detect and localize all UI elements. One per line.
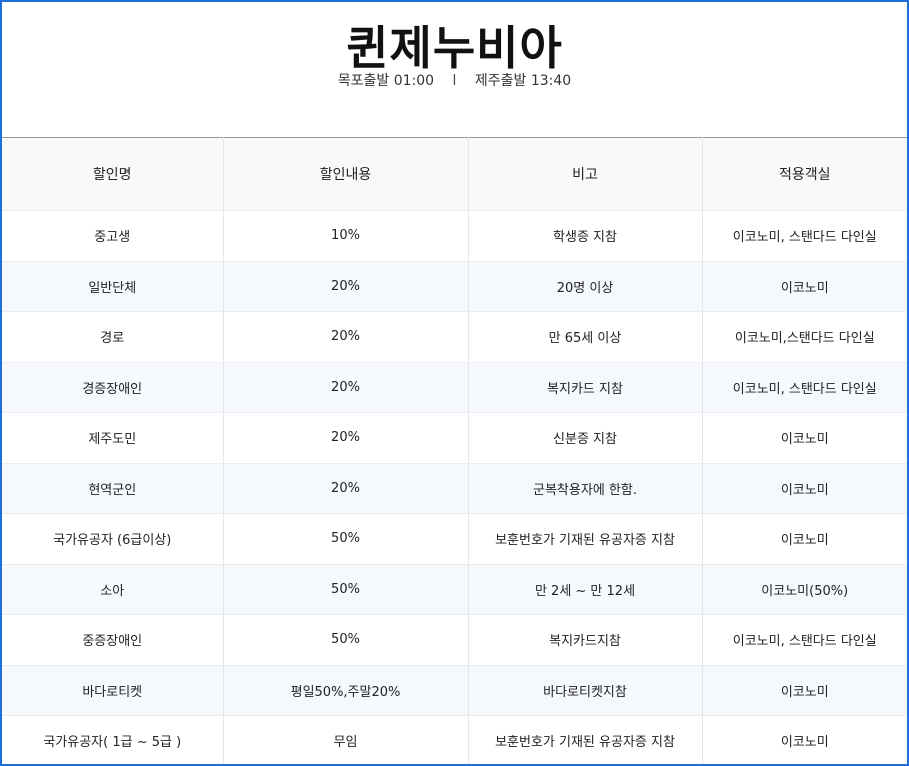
cell-name: 국가유공자( 1급 ~ 5급 )	[2, 715, 224, 764]
column-header-name: 할인명	[2, 137, 224, 211]
column-header-room: 적용객실	[702, 137, 907, 211]
cell-note: 복지카드지참	[468, 614, 703, 666]
table-row: 중증장애인 50% 복지카드지참 이코노미, 스탠다드 다인실	[2, 614, 907, 666]
table-row: 국가유공자 (6급이상) 50% 보훈번호가 기재된 유공자증 지참 이코노미	[2, 513, 907, 565]
cell-name: 경증장애인	[2, 362, 224, 413]
departure-jeju: 제주출발 13:40	[474, 73, 572, 89]
cell-room: 이코노미, 스탠다드 다인실	[702, 362, 907, 413]
cell-name: 중고생	[2, 210, 224, 262]
column-header-note: 비고	[468, 137, 703, 211]
page-title: 퀸제누비아	[346, 21, 563, 75]
table-row: 일반단체 20% 20명 이상 이코노미	[2, 261, 907, 312]
table-row: 경증장애인 20% 복지카드 지참 이코노미, 스탠다드 다인실	[2, 362, 907, 413]
cell-name: 국가유공자 (6급이상)	[2, 513, 224, 565]
cell-room: 이코노미, 스탠다드 다인실	[702, 614, 907, 666]
table-row: 바다로티켓 평일50%,주말20% 바다로티켓지참 이코노미	[2, 665, 907, 716]
cell-discount: 10%	[223, 210, 469, 262]
cell-name: 중증장애인	[2, 614, 224, 666]
cell-name: 소아	[2, 564, 224, 615]
content-frame: 퀸제누비아 목포출발 01:00 l 제주출발 13:40 할인명 할인내용 비…	[0, 0, 909, 766]
cell-name: 현역군인	[2, 463, 224, 514]
cell-note: 보훈번호가 기재된 유공자증 지참	[468, 715, 703, 764]
cell-note: 20명 이상	[468, 261, 703, 312]
cell-name: 경로	[2, 311, 224, 363]
cell-room: 이코노미(50%)	[702, 564, 907, 615]
cell-discount: 평일50%,주말20%	[223, 665, 469, 716]
cell-note: 군복착용자에 한함.	[468, 463, 703, 514]
cell-note: 신분증 지참	[468, 412, 703, 464]
table-row: 소아 50% 만 2세 ~ 만 12세 이코노미(50%)	[2, 564, 907, 615]
cell-note: 만 2세 ~ 만 12세	[468, 564, 703, 615]
cell-note: 복지카드 지참	[468, 362, 703, 413]
cell-room: 이코노미	[702, 665, 907, 716]
cell-note: 바다로티켓지참	[468, 665, 703, 716]
cell-room: 이코노미	[702, 513, 907, 565]
cell-discount: 무임	[223, 715, 469, 764]
cell-note: 만 65세 이상	[468, 311, 703, 363]
departure-mokpo: 목포출발 01:00	[337, 73, 435, 89]
cell-name: 일반단체	[2, 261, 224, 312]
cell-room: 이코노미, 스탠다드 다인실	[702, 210, 907, 262]
cell-discount: 20%	[223, 412, 469, 464]
cell-note: 학생증 지참	[468, 210, 703, 262]
cell-discount: 20%	[223, 261, 469, 312]
cell-note: 보훈번호가 기재된 유공자증 지참	[468, 513, 703, 565]
schedule-subtitle: 목포출발 01:00 l 제주출발 13:40	[2, 70, 907, 90]
table-row: 현역군인 20% 군복착용자에 한함. 이코노미	[2, 463, 907, 514]
cell-discount: 50%	[223, 513, 469, 565]
cell-discount: 20%	[223, 463, 469, 514]
cell-room: 이코노미	[702, 463, 907, 514]
separator: l	[452, 73, 457, 89]
cell-room: 이코노미	[702, 412, 907, 464]
cell-name: 제주도민	[2, 412, 224, 464]
table-row: 중고생 10% 학생증 지참 이코노미, 스탠다드 다인실	[2, 210, 907, 262]
table-row: 국가유공자( 1급 ~ 5급 ) 무임 보훈번호가 기재된 유공자증 지참 이코…	[2, 715, 907, 764]
cell-discount: 50%	[223, 564, 469, 615]
cell-room: 이코노미,스탠다드 다인실	[702, 311, 907, 363]
cell-discount: 20%	[223, 311, 469, 363]
cell-room: 이코노미	[702, 715, 907, 764]
table-header-row: 할인명 할인내용 비고 적용객실	[2, 137, 907, 211]
cell-discount: 50%	[223, 614, 469, 666]
cell-discount: 20%	[223, 362, 469, 413]
table-row: 제주도민 20% 신분증 지참 이코노미	[2, 412, 907, 464]
table-row: 경로 20% 만 65세 이상 이코노미,스탠다드 다인실	[2, 311, 907, 363]
column-header-discount: 할인내용	[223, 137, 469, 211]
discount-table: 할인명 할인내용 비고 적용객실 중고생 10% 학생증 지참 이코노미, 스탠…	[2, 137, 907, 764]
cell-name: 바다로티켓	[2, 665, 224, 716]
cell-room: 이코노미	[702, 261, 907, 312]
page-header: 퀸제누비아 목포출발 01:00 l 제주출발 13:40	[2, 2, 907, 137]
